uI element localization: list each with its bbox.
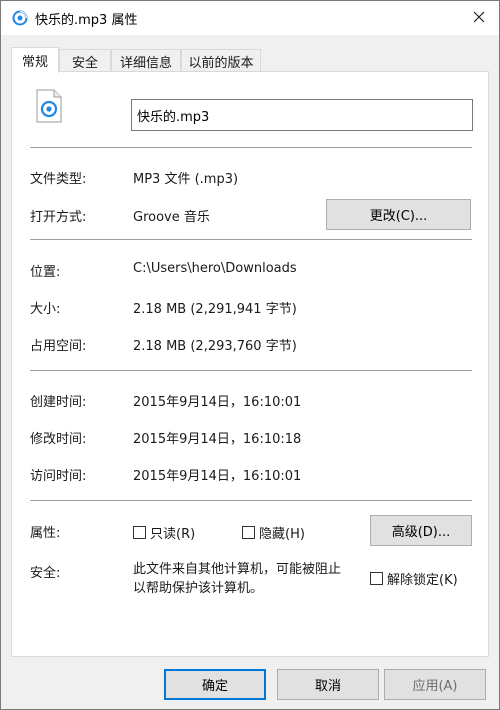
size-on-disk-value: 2.18 MB (2,293,760 字节) <box>133 339 297 354</box>
general-panel: 文件类型: MP3 文件 (.mp3) 打开方式: Groove 音乐 更改(C… <box>11 71 489 657</box>
tab-security[interactable]: 安全 <box>59 49 111 72</box>
readonly-checkbox[interactable]: 只读(R) <box>133 523 195 542</box>
change-button[interactable]: 更改(C)... <box>326 199 471 230</box>
ok-button[interactable]: 确定 <box>164 669 266 700</box>
unblock-checkbox[interactable]: 解除锁定(K) <box>370 569 458 588</box>
open-with-label: 打开方式: <box>30 210 87 225</box>
hidden-checkbox-box[interactable] <box>242 526 255 539</box>
music-file-icon <box>36 89 62 123</box>
readonly-label: 只读(R) <box>150 527 196 542</box>
location-value: C:\Users\hero\Downloads <box>133 261 297 276</box>
size-value: 2.18 MB (2,291,941 字节) <box>133 302 297 317</box>
location-label: 位置: <box>30 265 61 280</box>
file-name-input[interactable] <box>131 99 473 131</box>
security-label: 安全: <box>30 566 61 581</box>
tab-general[interactable]: 常规 <box>11 47 59 73</box>
file-type-label: 文件类型: <box>30 172 87 187</box>
divider <box>30 370 472 371</box>
size-on-disk-label: 占用空间: <box>30 339 87 354</box>
attributes-label: 属性: <box>30 526 61 541</box>
tab-details[interactable]: 详细信息 <box>111 49 181 72</box>
media-file-icon <box>12 10 28 26</box>
accessed-value: 2015年9月14日，16:10:01 <box>133 469 302 484</box>
security-message-line-2: 以帮助保护该计算机。 <box>133 581 264 596</box>
unblock-label: 解除锁定(K) <box>387 573 458 588</box>
file-type-value: MP3 文件 (.mp3) <box>133 172 239 187</box>
created-label: 创建时间: <box>30 395 87 410</box>
divider <box>30 500 472 501</box>
apply-button[interactable]: 应用(A) <box>384 669 486 700</box>
divider <box>30 239 472 240</box>
accessed-label: 访问时间: <box>30 469 87 484</box>
window-title: 快乐的.mp3 属性 <box>35 13 138 28</box>
cancel-button[interactable]: 取消 <box>277 669 379 700</box>
size-label: 大小: <box>30 302 61 317</box>
open-with-value: Groove 音乐 <box>133 210 210 225</box>
close-icon <box>473 11 485 23</box>
modified-label: 修改时间: <box>30 432 87 447</box>
hidden-label: 隐藏(H) <box>259 527 305 542</box>
security-message-line-1: 此文件来自其他计算机，可能被阻止 <box>133 562 342 577</box>
security-message: 此文件来自其他计算机，可能被阻止 以帮助保护该计算机。 <box>133 560 373 598</box>
readonly-checkbox-box[interactable] <box>133 526 146 539</box>
advanced-button[interactable]: 高级(D)... <box>370 515 472 546</box>
unblock-checkbox-box[interactable] <box>370 572 383 585</box>
hidden-checkbox[interactable]: 隐藏(H) <box>242 523 305 542</box>
divider <box>30 147 472 148</box>
title-bar: 快乐的.mp3 属性 <box>1 1 499 35</box>
tab-previous-versions[interactable]: 以前的版本 <box>181 49 261 72</box>
modified-value: 2015年9月14日，16:10:18 <box>133 432 302 447</box>
created-value: 2015年9月14日，16:10:01 <box>133 395 302 410</box>
properties-dialog: 快乐的.mp3 属性 常规 安全 详细信息 以前的版本 文件类型: MP3 文件… <box>0 0 500 710</box>
close-button[interactable] <box>465 4 493 30</box>
